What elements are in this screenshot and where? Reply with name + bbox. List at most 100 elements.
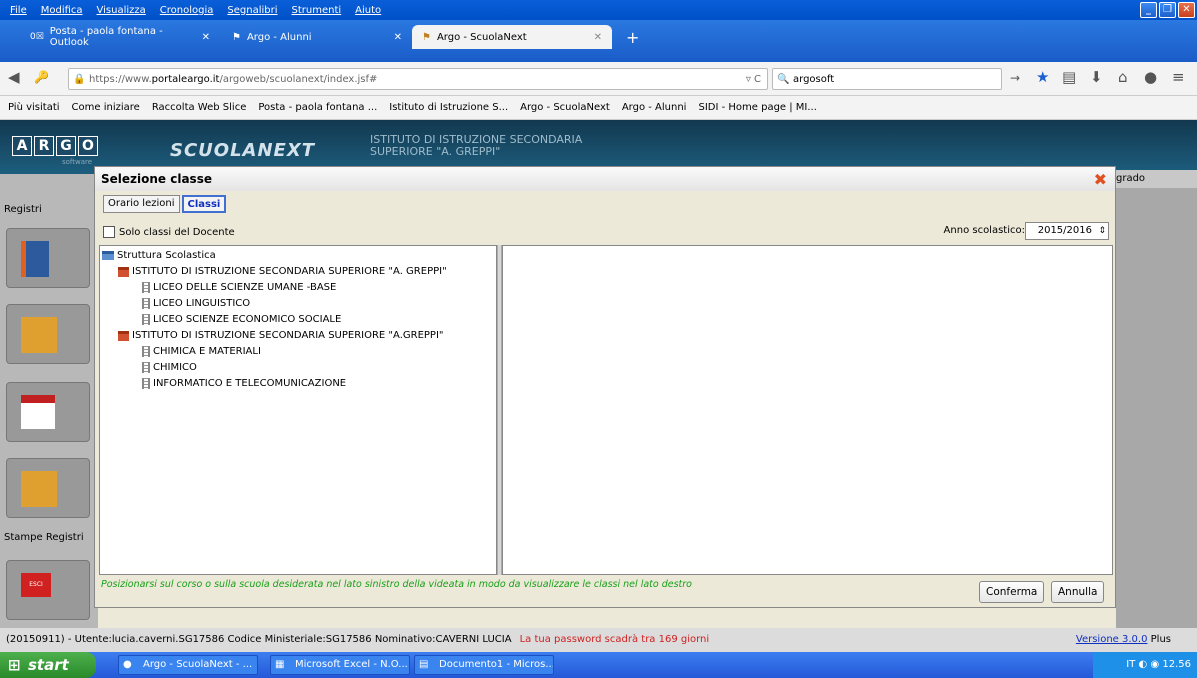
tree-label: CHIMICO (153, 362, 197, 373)
chat-icon[interactable]: ● (1144, 68, 1157, 86)
download-icon[interactable]: ⬇ (1090, 68, 1103, 86)
password-warning: La tua password scadrà tra 169 giorni (519, 634, 710, 645)
tree-course[interactable]: LICEO SCIENZE ECONOMICO SOCIALE (142, 314, 341, 325)
argo-logo: A R G O (12, 136, 98, 156)
tree-course[interactable]: LICEO DELLE SCIENZE UMANE -BASE (142, 282, 336, 293)
reload-icon[interactable]: ▿ C (746, 74, 761, 85)
start-button[interactable]: ⊞ start (0, 652, 96, 678)
tab-label: Argo - Alunni (246, 31, 312, 43)
close-window-button[interactable]: ✕ (1178, 2, 1195, 18)
student-tile[interactable] (6, 458, 90, 518)
bookmark-item[interactable]: Più visitati (8, 102, 60, 113)
tree-label: ISTITUTO DI ISTRUZIONE SECONDARIA SUPERI… (132, 266, 447, 277)
dialog-title: Selezione classe (95, 167, 1115, 191)
bookmark-item[interactable]: Raccolta Web Slice (152, 102, 247, 113)
tree-root[interactable]: Struttura Scolastica (102, 250, 216, 261)
status-bar: (20150911) - Utente:lucia.caverni.SG1758… (0, 628, 1197, 652)
lock-icon: 🔒 (73, 73, 86, 85)
classroom-tile[interactable] (6, 304, 90, 364)
menu-file[interactable]: File (10, 5, 27, 16)
product-name: SCUOLANEXT (170, 140, 316, 161)
exit-tile[interactable]: ESCI (6, 560, 90, 620)
anno-label: Anno scolastico: (943, 225, 1025, 236)
calendar-tile[interactable] (6, 382, 90, 442)
language-indicator[interactable]: IT (1126, 659, 1135, 670)
tree-institute[interactable]: ISTITUTO DI ISTRUZIONE SECONDARIA SUPERI… (118, 266, 447, 277)
reading-list-icon[interactable]: ▤ (1062, 68, 1076, 86)
url-bar[interactable]: 🔒 https://www. portaleargo.it/argoweb/scu… (68, 68, 768, 90)
stampe-label: Stampe Registri (4, 532, 84, 543)
argo-icon: ⚑ (232, 31, 241, 43)
taskbar: ⊞ start ● Argo - ScuolaNext - ... ▦ Microso… (0, 652, 1197, 678)
start-label: start (28, 656, 69, 674)
bookmark-star-icon[interactable]: ★ (1036, 68, 1049, 86)
tree-course[interactable]: INFORMATICO E TELECOMUNICAZIONE (142, 378, 346, 389)
anno-value: 2015/2016 (1037, 225, 1092, 236)
tree-label: Struttura Scolastica (117, 250, 216, 261)
menu-aiuto[interactable]: Aiuto (355, 5, 381, 16)
tab-outlook[interactable]: 0☒ Posta - paola fontana - Outlook ✕ (20, 26, 220, 48)
docente-checkbox[interactable] (103, 226, 115, 238)
bookmark-item[interactable]: Come iniziare (72, 102, 140, 113)
tab-argo-alunni[interactable]: ⚑ Argo - Alunni ✕ (222, 26, 412, 48)
url-domain: portaleargo.it (151, 73, 220, 85)
tree-institute[interactable]: ISTITUTO DI ISTRUZIONE SECONDARIA SUPERI… (118, 330, 444, 341)
tray-icon[interactable]: ◉ (1150, 659, 1159, 670)
bookmark-item[interactable]: SIDI - Home page | MI... (698, 102, 816, 113)
go-arrow-icon[interactable]: → (1010, 71, 1020, 85)
register-tile[interactable] (6, 228, 90, 288)
cancel-button[interactable]: Annulla (1051, 581, 1105, 603)
anno-spinner[interactable]: 2015/2016 ⇕ (1025, 222, 1109, 240)
menu-cronologia[interactable]: Cronologia (160, 5, 214, 16)
spinner-icon[interactable]: ⇕ (1098, 223, 1106, 239)
dialog-tabs: Orario lezioni Classi (103, 195, 227, 213)
tree-course[interactable]: LICEO LINGUISTICO (142, 298, 250, 309)
menu-strumenti[interactable]: Strumenti (292, 5, 342, 16)
url-path: /argoweb/scuolanext/index.jsf# (219, 73, 378, 85)
system-tray: IT ◐ ◉ 12.56 (1093, 652, 1197, 678)
student-icon (21, 471, 57, 507)
tree-course[interactable]: CHIMICA E MATERIALI (142, 346, 261, 357)
restore-button[interactable]: ❐ (1159, 2, 1176, 18)
tab-classi[interactable]: Classi (181, 195, 227, 213)
search-input[interactable]: 🔍 argosoft (772, 68, 1002, 90)
menu-visualizza[interactable]: Visualizza (97, 5, 146, 16)
bookmark-item[interactable]: Argo - ScuolaNext (520, 102, 610, 113)
task-firefox[interactable]: ● Argo - ScuolaNext - ... (118, 655, 258, 675)
tree-label: ISTITUTO DI ISTRUZIONE SECONDARIA SUPERI… (132, 330, 444, 341)
menu-modifica[interactable]: Modifica (41, 5, 83, 16)
close-tab-icon[interactable]: ✕ (394, 32, 402, 43)
minimize-button[interactable]: _ (1140, 2, 1157, 18)
close-icon[interactable]: ✖ (1094, 170, 1107, 189)
left-panel: Registri Stampe Registri ESCI (0, 174, 98, 628)
tree-label: INFORMATICO E TELECOMUNICAZIONE (153, 378, 347, 389)
identity-icon[interactable]: 🔑 (34, 70, 49, 84)
grado-select[interactable]: grado (1112, 170, 1197, 188)
tab-label: Argo - ScuolaNext (436, 31, 527, 43)
course-icon (142, 378, 150, 389)
bookmark-item[interactable]: Posta - paola fontana ... (258, 102, 377, 113)
tab-orario-lezioni[interactable]: Orario lezioni (103, 195, 180, 213)
bookmark-item[interactable]: Istituto di Istruzione S... (389, 102, 508, 113)
tree-course[interactable]: CHIMICO (142, 362, 197, 373)
close-tab-icon[interactable]: ✕ (594, 32, 602, 43)
nav-bar: ◀ 🔑 🔒 https://www. portaleargo.it/argoweb… (0, 62, 1197, 96)
registri-label: Registri (4, 204, 42, 215)
exit-button[interactable]: ESCI (21, 573, 51, 597)
version-link[interactable]: Versione 3.0.0 (1076, 634, 1148, 645)
new-tab-button[interactable]: + (616, 26, 640, 48)
task-excel[interactable]: ▦ Microsoft Excel - N.O... (270, 655, 410, 675)
version-suffix: Plus (1150, 634, 1171, 645)
tray-icon[interactable]: ◐ (1139, 659, 1148, 670)
menu-segnalibri[interactable]: Segnalibri (227, 5, 277, 16)
confirm-button[interactable]: Conferma (979, 581, 1045, 603)
tab-argo-scuolanext[interactable]: ⚑ Argo - ScuolaNext ✕ (412, 25, 612, 49)
bookmark-item[interactable]: Argo - Alunni (622, 102, 687, 113)
task-word[interactable]: ▤ Documento1 - Micros... (414, 655, 554, 675)
tree-label: LICEO SCIENZE ECONOMICO SOCIALE (153, 314, 342, 325)
hamburger-menu-icon[interactable]: ≡ (1172, 68, 1185, 86)
back-icon[interactable]: ◀ (8, 68, 20, 86)
close-tab-icon[interactable]: ✕ (202, 32, 210, 43)
home-icon[interactable]: ⌂ (1118, 68, 1128, 86)
institute-icon (118, 330, 129, 341)
